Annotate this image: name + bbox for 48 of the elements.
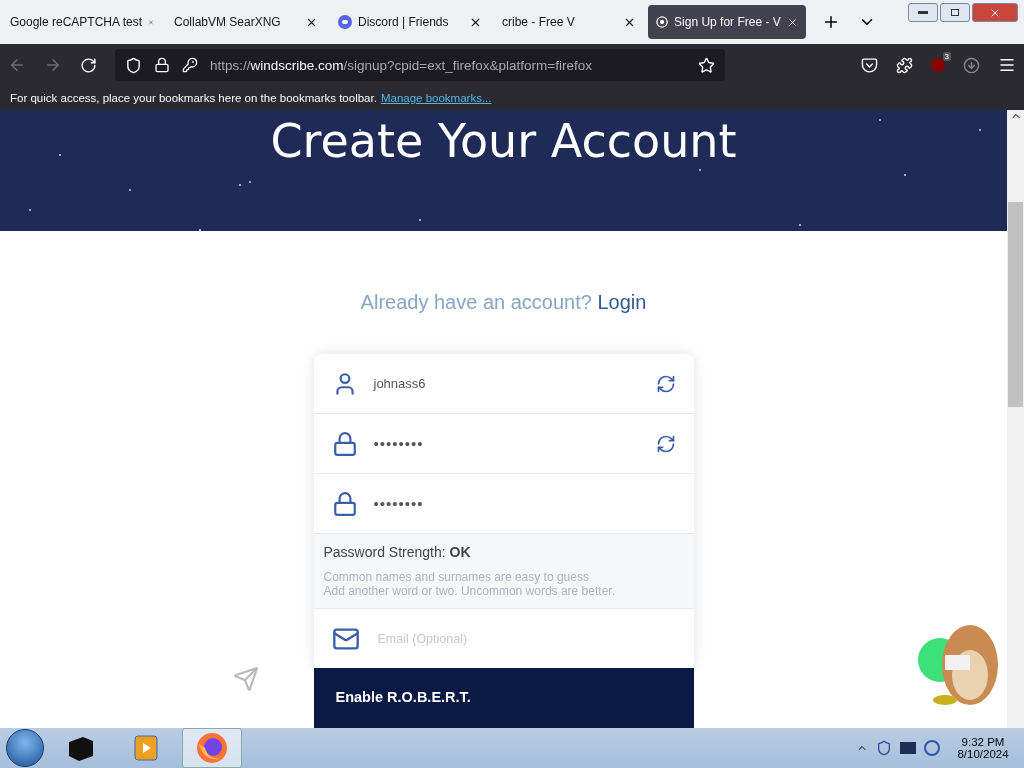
- address-bar[interactable]: https://windscribe.com/signup?cpid=ext_firefox&platform=firefox: [115, 49, 725, 81]
- browser-tab[interactable]: cribe - Free V: [494, 5, 644, 39]
- reload-icon[interactable]: [80, 56, 97, 74]
- forward-icon[interactable]: [44, 56, 62, 74]
- bookmark-star-icon[interactable]: [698, 56, 715, 74]
- bookmarks-hint: For quick access, place your bookmarks here on the bookmarks toolbar.: [10, 92, 377, 104]
- extension-badge: 3: [942, 52, 951, 61]
- password-strength: Password Strength: OK: [323, 544, 472, 560]
- browser-tab[interactable]: Sign Up for Free - V: [648, 5, 806, 39]
- lock-icon: [331, 430, 358, 457]
- pocket-icon[interactable]: [861, 56, 878, 74]
- login-link[interactable]: Login: [597, 291, 647, 313]
- refresh-icon[interactable]: [655, 373, 676, 394]
- browser-tab[interactable]: CollabVM SearXNG: [166, 5, 326, 39]
- password-field[interactable]: ••••••••: [373, 435, 640, 452]
- strength-hint: Add another word or two. Uncommon words are better.: [323, 584, 616, 598]
- firefox-icon[interactable]: [196, 732, 228, 764]
- shield-icon[interactable]: [125, 56, 142, 74]
- minimize-button[interactable]: [908, 3, 938, 22]
- strength-hint: Common names and surnames are easy to guess: [323, 570, 590, 584]
- key-icon[interactable]: [182, 57, 198, 73]
- play-icon[interactable]: [134, 735, 158, 761]
- network-icon[interactable]: [924, 740, 940, 756]
- menu-icon[interactable]: [998, 56, 1016, 74]
- lock-icon[interactable]: [154, 57, 170, 73]
- password-field[interactable]: ••••••••: [373, 495, 676, 512]
- email-field[interactable]: Email (Optional): [375, 630, 676, 647]
- lock-icon: [331, 490, 358, 517]
- robert-title: Enable R.O.B.E.R.T.: [335, 689, 471, 705]
- username-field[interactable]: johnass6: [373, 376, 640, 391]
- paper-plane-icon: [233, 666, 259, 692]
- clock-time: 9:32 PM: [961, 736, 1005, 748]
- refresh-icon[interactable]: [655, 433, 676, 454]
- back-icon[interactable]: [8, 56, 26, 74]
- clock-date: 8/10/2024: [957, 748, 1009, 760]
- download-icon[interactable]: [963, 56, 980, 74]
- discord-icon: [338, 15, 352, 29]
- browser-tab[interactable]: Google reCAPTCHA test: [2, 5, 162, 39]
- browser-tab[interactable]: Discord | Friends: [330, 5, 490, 39]
- login-prompt: Already have an account?: [360, 291, 592, 313]
- new-tab-icon[interactable]: [822, 13, 840, 31]
- scrollbar[interactable]: [1007, 110, 1024, 728]
- start-button[interactable]: [6, 729, 44, 767]
- page-heading: Create Your Account: [270, 114, 737, 170]
- manage-bookmarks-link[interactable]: Manage bookmarks...: [380, 92, 492, 104]
- restore-button[interactable]: [940, 3, 970, 22]
- windscribe-icon: [656, 15, 669, 29]
- extensions-icon[interactable]: [896, 56, 913, 74]
